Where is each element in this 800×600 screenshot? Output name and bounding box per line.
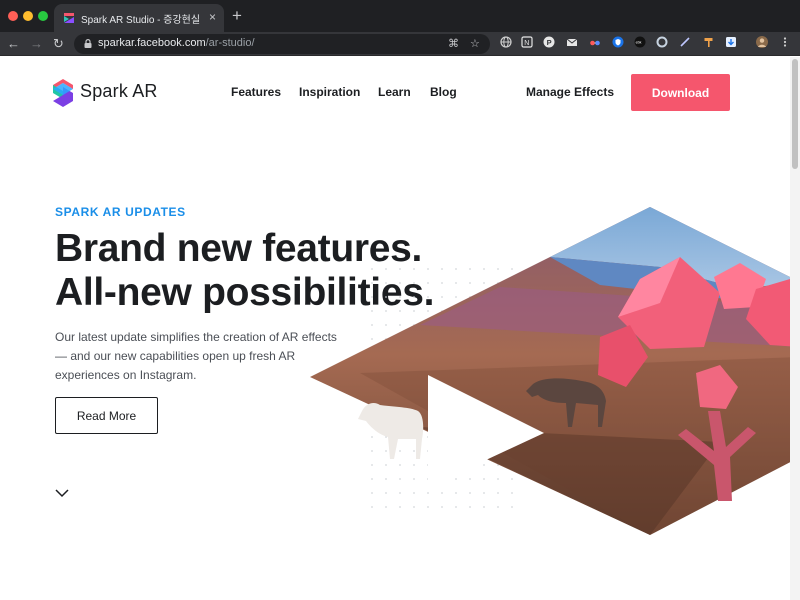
- browser-tab-bar: Spark AR Studio - 증강현실 경험 × +: [0, 0, 800, 32]
- back-icon[interactable]: ←: [7, 35, 20, 53]
- hero-kicker: SPARK AR UPDATES: [55, 205, 186, 219]
- page-content: Spark AR Features Inspiration Learn Blog…: [0, 57, 800, 600]
- hero-video-artwork[interactable]: [300, 197, 800, 537]
- reload-icon[interactable]: ↻: [53, 35, 64, 53]
- tab-title: Spark AR Studio - 증강현실 경험: [81, 15, 201, 26]
- nav-features[interactable]: Features: [231, 85, 281, 99]
- svg-text:ebk: ebk: [636, 41, 642, 45]
- chevron-down-icon[interactable]: [55, 488, 69, 498]
- forward-icon[interactable]: →: [30, 35, 43, 53]
- read-more-button[interactable]: Read More: [55, 397, 158, 434]
- minimize-window-button[interactable]: [23, 11, 33, 21]
- mail-icon[interactable]: [566, 36, 578, 48]
- download-icon[interactable]: [725, 36, 737, 48]
- zoom-window-button[interactable]: [38, 11, 48, 21]
- shield-icon[interactable]: [612, 36, 624, 48]
- notion-icon[interactable]: N: [521, 36, 533, 48]
- circle-icon[interactable]: [656, 36, 668, 48]
- url-host: sparkar.facebook.com: [98, 37, 206, 49]
- brand-name[interactable]: Spark AR: [80, 81, 158, 102]
- scrollbar-thumb[interactable]: [792, 59, 798, 169]
- pinterest-icon[interactable]: P: [543, 36, 555, 48]
- star-icon[interactable]: ☆: [470, 37, 480, 51]
- ebook-icon[interactable]: ebk: [634, 36, 646, 48]
- svg-text:P: P: [547, 38, 552, 47]
- spark-ar-favicon-icon: [64, 13, 74, 23]
- glasses-icon[interactable]: [589, 36, 601, 48]
- new-tab-button[interactable]: +: [232, 6, 242, 26]
- url-path: /ar-studio/: [205, 37, 255, 49]
- url-text: sparkar.facebook.com/ar-studio/: [98, 37, 255, 49]
- nav-blog[interactable]: Blog: [430, 85, 457, 99]
- hammer-icon[interactable]: [703, 36, 715, 48]
- lock-icon: [84, 39, 92, 48]
- avatar-icon[interactable]: [756, 36, 768, 48]
- pen-icon[interactable]: [679, 36, 691, 48]
- address-bar[interactable]: sparkar.facebook.com/ar-studio/ ⌘ ☆: [74, 34, 490, 54]
- download-button[interactable]: Download: [631, 74, 730, 111]
- nav-inspiration[interactable]: Inspiration: [299, 85, 360, 99]
- close-window-button[interactable]: [8, 11, 18, 21]
- spark-ar-logo-icon[interactable]: [53, 79, 73, 107]
- browser-tab-active[interactable]: Spark AR Studio - 증강현실 경험 ×: [54, 4, 224, 32]
- more-icon[interactable]: [779, 36, 791, 48]
- manage-effects-link[interactable]: Manage Effects: [526, 85, 614, 99]
- svg-text:N: N: [524, 40, 529, 47]
- tab-close-icon[interactable]: ×: [209, 10, 216, 24]
- translate-icon[interactable]: ⌘: [448, 37, 459, 51]
- nav-learn[interactable]: Learn: [378, 85, 411, 99]
- page-scrollbar[interactable]: [790, 57, 800, 600]
- globe-icon[interactable]: [500, 36, 512, 48]
